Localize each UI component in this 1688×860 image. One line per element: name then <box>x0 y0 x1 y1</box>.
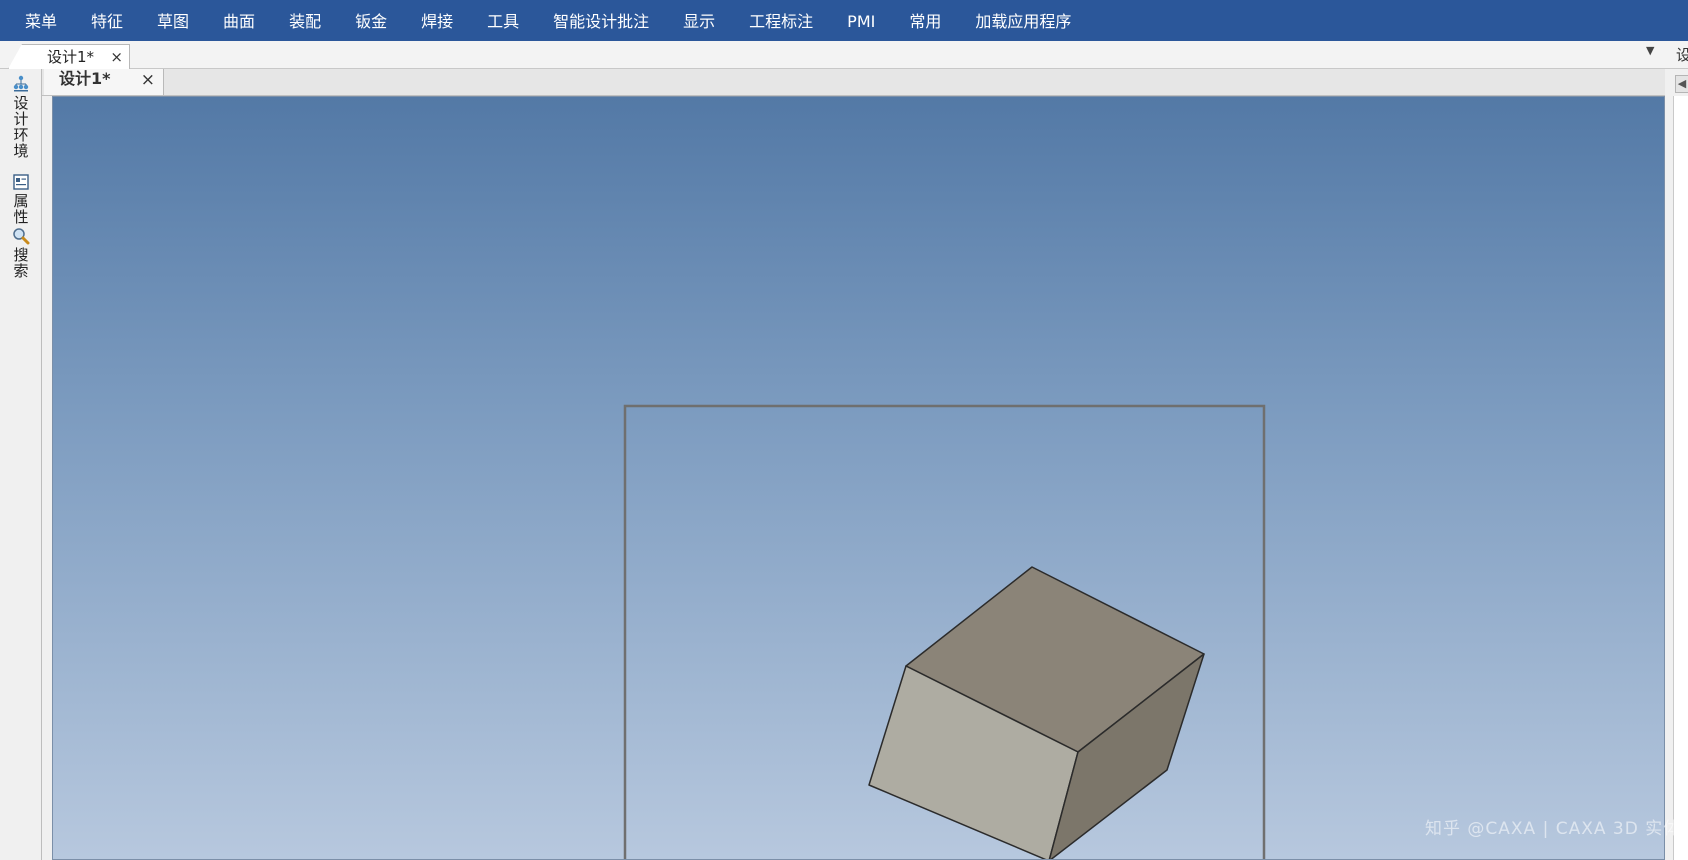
menu-item-0[interactable]: 菜单 <box>8 0 74 41</box>
view-tab-close-icon[interactable]: × <box>141 70 155 90</box>
right-panel-collapse-arrow-icon[interactable]: ◀ <box>1675 75 1688 93</box>
menu-item-4[interactable]: 装配 <box>272 0 338 41</box>
menu-item-8[interactable]: 智能设计批注 <box>536 0 666 41</box>
side-tab-label: 设计环境 <box>11 95 30 159</box>
right-panel-title: 设 <box>1676 46 1688 64</box>
tab-list-dropdown-icon[interactable]: ▼ <box>1646 44 1654 57</box>
tab-slant-decoration <box>8 44 22 69</box>
menu-ribbon: 菜单 特征 草图 曲面 装配 钣金 焊接 工具 智能设计批注 显示 工程标注 PMI 常用 加载应用程序 <box>0 0 1688 41</box>
menu-item-3[interactable]: 曲面 <box>206 0 272 41</box>
magnifier-icon <box>13 228 30 245</box>
3d-scene <box>623 404 1266 859</box>
side-tab-label: 搜索 <box>11 247 30 279</box>
menu-item-11[interactable]: PMI <box>830 0 892 41</box>
side-tab-design-environment[interactable]: 设计环境 <box>6 75 36 159</box>
watermark-text: 知乎 @CAXA | CAXA 3D 实体设计 <box>1425 819 1688 839</box>
side-tab-properties[interactable]: 属性 <box>6 173 36 225</box>
menu-item-12[interactable]: 常用 <box>892 0 958 41</box>
document-tab-strip: 设计1* × <box>0 41 1688 69</box>
side-tab-search[interactable]: 搜索 <box>6 227 36 279</box>
left-side-pane: 设计环境 属性 搜索 <box>0 69 42 860</box>
view-tab-bar: 设计1* × <box>42 69 1665 96</box>
3d-design-viewport[interactable] <box>52 96 1665 860</box>
menu-item-1[interactable]: 特征 <box>74 0 140 41</box>
menu-item-7[interactable]: 工具 <box>470 0 536 41</box>
document-tab-title: 设计1* <box>47 48 95 66</box>
view-tab[interactable]: 设计1* × <box>44 69 164 95</box>
document-tab[interactable]: 设计1* × <box>8 44 130 69</box>
view-tab-title: 设计1* <box>59 69 111 88</box>
menu-item-10[interactable]: 工程标注 <box>732 0 830 41</box>
properties-icon <box>13 174 29 190</box>
menu-item-9[interactable]: 显示 <box>666 0 732 41</box>
document-tab-close-icon[interactable]: × <box>110 45 123 69</box>
side-tab-label: 属性 <box>11 193 30 225</box>
tree-structure-icon <box>13 75 29 92</box>
menu-item-2[interactable]: 草图 <box>140 0 206 41</box>
right-design-panel <box>1673 96 1688 860</box>
menu-item-6[interactable]: 焊接 <box>404 0 470 41</box>
menu-item-5[interactable]: 钣金 <box>338 0 404 41</box>
menu-item-13[interactable]: 加载应用程序 <box>958 0 1088 41</box>
